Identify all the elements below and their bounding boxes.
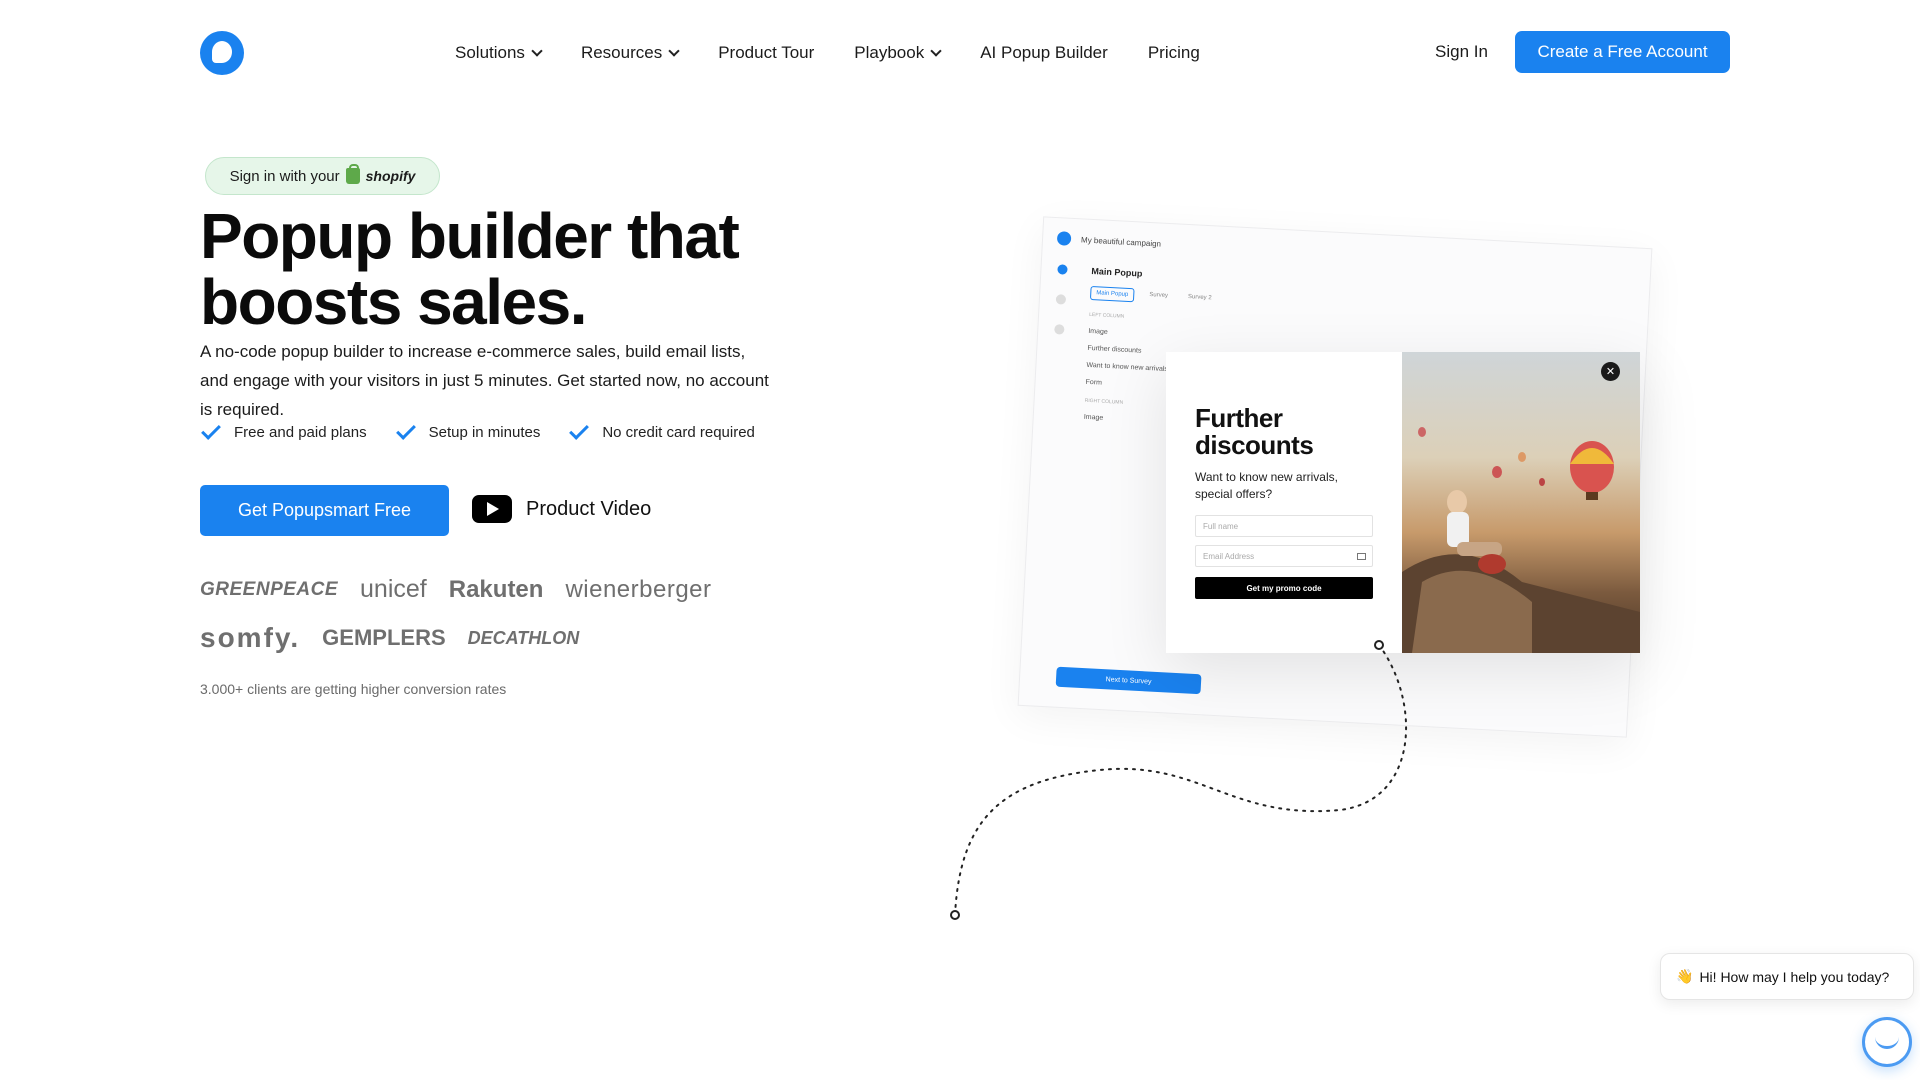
- gemplers-logo: GEMPLERS: [322, 625, 446, 650]
- get-popupsmart-free-button[interactable]: Get Popupsmart Free: [200, 485, 449, 536]
- check-label: No credit card required: [602, 424, 755, 441]
- shopify-bag-icon: [345, 164, 360, 184]
- nav-resources-label: Resources: [580, 43, 663, 62]
- hero-title-line-2: boosts sales.: [200, 266, 588, 338]
- check-item: Free and paid plans: [200, 419, 367, 441]
- feature-checklist: Free and paid plans Setup in minutes No …: [200, 419, 755, 441]
- chat-greeting-text: Hi! How may I help you today?: [1699, 968, 1890, 985]
- popup-promo-button[interactable]: Get my promo code: [1195, 577, 1373, 599]
- sign-in-link[interactable]: Sign In: [1435, 42, 1488, 62]
- nav-pricing-label: Pricing: [1147, 43, 1200, 62]
- check-label: Setup in minutes: [428, 424, 541, 441]
- nav-ai-popup-builder[interactable]: AI Popup Builder: [980, 43, 1108, 63]
- nav-pricing[interactable]: Pricing: [1148, 43, 1200, 63]
- shopify-sign-in-button[interactable]: Sign in with your shopify: [205, 157, 440, 195]
- client-logos: GREENPEACE unicef Rakuten wienerberger s…: [200, 575, 740, 654]
- popup-email-field[interactable]: Email Address: [1195, 545, 1373, 567]
- product-video-label: Product Video: [526, 497, 652, 520]
- mockup-row: Image: [1088, 327, 1108, 336]
- chevron-down-icon: [531, 44, 543, 57]
- nav-resources[interactable]: Resources: [580, 43, 680, 63]
- check-label: Free and paid plans: [234, 424, 367, 441]
- rakuten-logo: Rakuten: [448, 575, 544, 603]
- create-account-button[interactable]: Create a Free Account: [1515, 31, 1730, 73]
- mockup-step-icon: [1054, 324, 1065, 335]
- mockup-tab: Main Popup: [1089, 285, 1135, 303]
- nav-playbook-label: Playbook: [854, 43, 925, 62]
- close-icon[interactable]: ✕: [1601, 362, 1620, 381]
- popup-subtitle: Want to know new arrivals, special offer…: [1195, 470, 1338, 501]
- nav-product-tour-label: Product Tour: [718, 43, 815, 62]
- shopify-wordmark: shopify: [365, 168, 416, 184]
- youtube-play-icon: [472, 495, 512, 523]
- greenpeace-logo: GREENPEACE: [200, 578, 339, 600]
- unicef-logo: unicef: [360, 575, 427, 603]
- nav-playbook[interactable]: Playbook: [854, 43, 942, 63]
- chat-launcher-icon[interactable]: [1862, 1017, 1912, 1067]
- popup-preview: Further discounts Want to know new arriv…: [1166, 352, 1640, 653]
- clients-note: 3.000+ clients are getting higher conver…: [200, 681, 507, 697]
- check-item: Setup in minutes: [395, 419, 541, 441]
- mockup-panel-title: Main Popup: [1091, 265, 1143, 279]
- popup-title: Further discounts: [1195, 403, 1314, 460]
- product-video-link[interactable]: Product Video: [472, 495, 651, 523]
- shopify-pill-label: Sign in with your: [229, 167, 340, 185]
- popup-email-placeholder: Email Address: [1203, 551, 1255, 561]
- popup-name-field[interactable]: Full name: [1195, 515, 1373, 537]
- nav-solutions[interactable]: Solutions: [455, 43, 543, 63]
- check-item: No credit card required: [568, 419, 755, 441]
- hero-title-line-1: Popup builder that: [200, 200, 740, 272]
- mockup-next-button: Next to Survey: [1055, 666, 1202, 695]
- mockup-step-icon: [1055, 294, 1067, 305]
- mockup-tab: Survey 2: [1187, 294, 1212, 302]
- wienerberger-logo: wienerberger: [565, 575, 712, 603]
- popup-name-placeholder: Full name: [1203, 521, 1239, 531]
- main-nav: Solutions Resources Product Tour Playboo…: [455, 38, 1200, 68]
- popupsmart-logo[interactable]: [200, 31, 244, 75]
- nav-ai-popup-builder-label: AI Popup Builder: [980, 43, 1108, 62]
- hero-subtitle: A no-code popup builder to increase e-co…: [200, 342, 769, 419]
- mockup-campaign-name: My beautiful campaign: [1080, 234, 1162, 249]
- mockup-step-icon: [1057, 264, 1068, 275]
- hero-title: Popup builder that boosts sales.: [200, 203, 820, 335]
- somfy-logo: somfy.: [200, 622, 301, 653]
- mockup-section-label: LEFT COLUMN: [1088, 311, 1125, 320]
- balloon-photo: ✕: [1402, 352, 1640, 653]
- nav-product-tour[interactable]: Product Tour: [718, 43, 814, 63]
- mockup-logo-icon: [1056, 231, 1072, 246]
- chevron-down-icon: [668, 44, 680, 57]
- wave-icon: 👋: [1676, 968, 1694, 984]
- mockup-sidebar: [1044, 264, 1078, 335]
- chevron-down-icon: [930, 44, 942, 57]
- decathlon-logo: DECATHLON: [467, 627, 580, 648]
- balloon-illustration: [1402, 427, 1640, 653]
- chat-greeting-bubble[interactable]: 👋 Hi! How may I help you today?: [1660, 953, 1914, 1000]
- popup-form-column: Further discounts Want to know new arriv…: [1166, 352, 1402, 653]
- mail-icon: [1357, 552, 1366, 560]
- mockup-tab: Survey: [1149, 292, 1169, 300]
- nav-solutions-label: Solutions: [455, 43, 525, 62]
- mockup-tabs: Main Popup Survey Survey 2: [1089, 285, 1241, 308]
